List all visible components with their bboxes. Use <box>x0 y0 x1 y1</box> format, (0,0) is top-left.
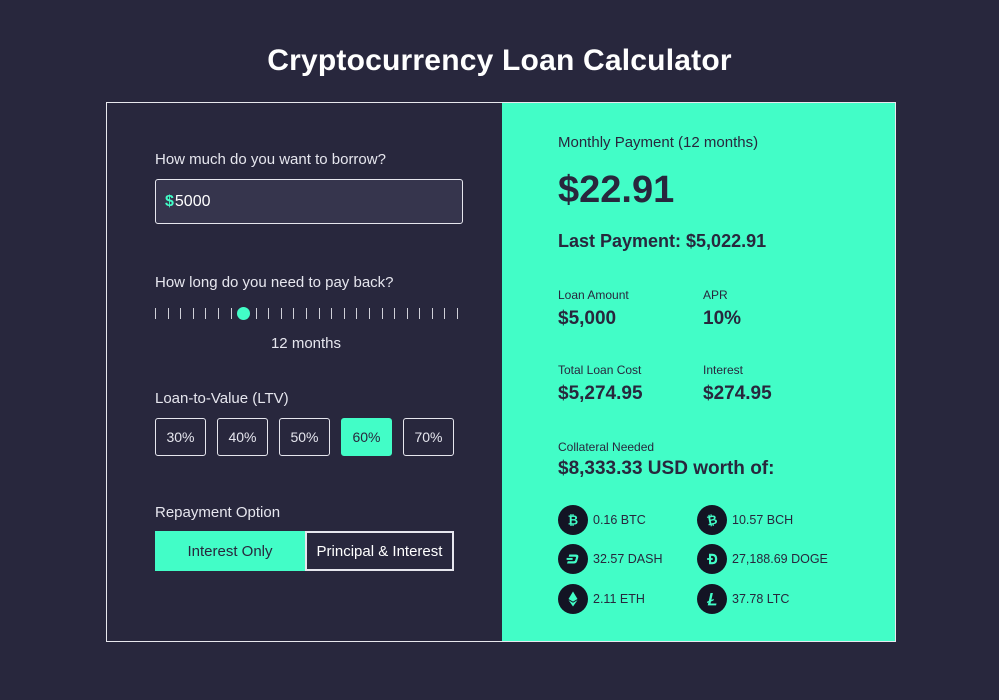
collateral-doge: 27,188.69 DOGE <box>697 544 828 574</box>
borrow-amount-value: 5000 <box>174 192 211 210</box>
term-slider-tick <box>419 308 420 319</box>
collateral-btc: ₿ 0.16 BTC <box>558 505 646 535</box>
total-loan-cost-label: Total Loan Cost <box>558 363 642 377</box>
bitcoin-cash-icon: ₿ <box>697 505 727 535</box>
interest-only-button[interactable]: Interest Only <box>155 531 305 571</box>
results-panel: Monthly Payment (12 months) $22.91 Last … <box>502 103 895 641</box>
apr-label: APR <box>703 288 728 302</box>
collateral-ltc: 37.78 LTC <box>697 584 789 614</box>
term-slider-tick <box>231 308 232 319</box>
last-payment: Last Payment: $5,022.91 <box>558 231 767 251</box>
term-slider-tick <box>293 308 294 319</box>
dash-icon <box>558 544 588 574</box>
term-slider-tick <box>319 308 320 319</box>
svg-text:₿: ₿ <box>568 514 578 529</box>
eth-amount: 2.11 ETH <box>593 592 645 606</box>
litecoin-icon <box>697 584 727 614</box>
term-slider-tick <box>218 308 219 319</box>
borrow-label: How much do you want to borrow? <box>155 151 386 168</box>
collateral-value: $8,333.33 USD worth of: <box>558 458 775 479</box>
term-slider-knob[interactable] <box>237 307 250 320</box>
collateral-label: Collateral Needed <box>558 440 655 454</box>
term-slider-tick <box>155 308 156 319</box>
input-panel: How much do you want to borrow? $ 5000 H… <box>107 103 502 641</box>
dogecoin-icon <box>697 544 727 574</box>
collateral-dash: 32.57 DASH <box>558 544 662 574</box>
term-slider-tick <box>394 308 395 319</box>
ltv-label: Loan-to-Value (LTV) <box>155 390 289 407</box>
repayment-label: Repayment Option <box>155 504 281 521</box>
term-slider-tick <box>168 308 169 319</box>
total-loan-cost-value: $5,274.95 <box>558 383 643 404</box>
collateral-bch: ₿ 10.57 BCH <box>697 505 793 535</box>
term-slider-tick <box>331 308 332 319</box>
ltv-option-50[interactable]: 50% <box>279 418 330 456</box>
term-value: 12 months <box>270 335 342 352</box>
term-slider-tick <box>457 308 458 319</box>
term-slider-tick <box>180 308 181 319</box>
doge-amount: 27,188.69 DOGE <box>732 552 828 566</box>
calculator-card: How much do you want to borrow? $ 5000 H… <box>106 102 896 642</box>
term-slider-tick <box>268 308 269 319</box>
interest-label: Interest <box>703 363 744 377</box>
ltv-options: 30% 40% 50% 60% 70% <box>155 418 454 456</box>
term-slider-tick <box>344 308 345 319</box>
term-slider-tick <box>256 308 257 319</box>
interest-value: $274.95 <box>703 383 772 404</box>
svg-text:₿: ₿ <box>706 513 719 529</box>
term-slider-tick <box>444 308 445 319</box>
term-slider[interactable] <box>155 306 458 322</box>
apr-value: 10% <box>703 308 742 329</box>
ltv-option-70[interactable]: 70% <box>403 418 454 456</box>
monthly-payment-value: $22.91 <box>558 169 675 211</box>
bitcoin-icon: ₿ <box>558 505 588 535</box>
currency-symbol: $ <box>165 192 174 210</box>
term-slider-tick <box>407 308 408 319</box>
term-slider-tick <box>369 308 370 319</box>
term-slider-tick <box>205 308 206 319</box>
term-label: How long do you need to pay back? <box>155 274 394 291</box>
term-slider-tick <box>193 308 194 319</box>
term-slider-tick <box>281 308 282 319</box>
repayment-options: Interest Only Principal & Interest <box>155 531 454 571</box>
ltc-amount: 37.78 LTC <box>732 592 790 606</box>
borrow-amount-input[interactable]: $ 5000 <box>155 179 463 224</box>
ethereum-icon <box>558 584 588 614</box>
term-slider-tick <box>382 308 383 319</box>
bch-amount: 10.57 BCH <box>732 513 794 527</box>
ltv-option-60[interactable]: 60% <box>341 418 392 456</box>
collateral-eth: 2.11 ETH <box>558 584 645 614</box>
page-title: Cryptocurrency Loan Calculator <box>267 44 732 77</box>
loan-amount-label: Loan Amount <box>558 288 629 302</box>
ltv-option-30[interactable]: 30% <box>155 418 206 456</box>
term-slider-tick <box>356 308 357 319</box>
principal-interest-button[interactable]: Principal & Interest <box>305 531 454 571</box>
dash-amount: 32.57 DASH <box>593 552 663 566</box>
monthly-payment-label: Monthly Payment (12 months) <box>558 134 759 151</box>
term-slider-tick <box>306 308 307 319</box>
btc-amount: 0.16 BTC <box>593 513 646 527</box>
term-slider-tick <box>432 308 433 319</box>
ltv-option-40[interactable]: 40% <box>217 418 268 456</box>
loan-amount-value: $5,000 <box>558 308 617 329</box>
